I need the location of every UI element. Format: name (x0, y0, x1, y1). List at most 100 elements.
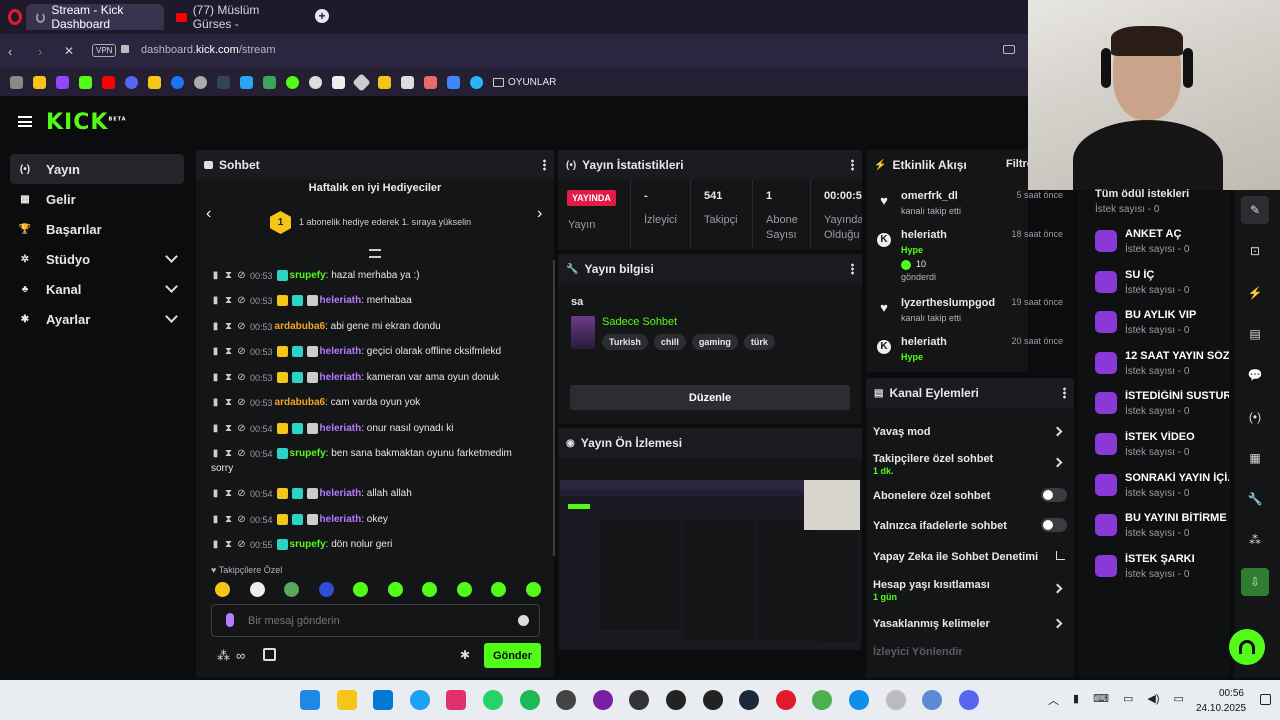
support-chat-button[interactable] (1229, 629, 1265, 665)
layout-icon[interactable]: ▦ (1241, 444, 1269, 472)
clock-date[interactable]: 24.10.2025 (1196, 703, 1246, 714)
chat-username[interactable]: srupefy (290, 539, 326, 550)
bookmark-icon[interactable] (378, 75, 391, 89)
delete-icon[interactable]: ▮ (211, 449, 220, 459)
timeout-icon[interactable]: ⧗ (224, 271, 233, 281)
sidebar-item-5[interactable]: ✱ Ayarlar (10, 304, 184, 334)
infinity-icon[interactable]: ∞ (236, 648, 245, 664)
reward-item[interactable]: SONRAKİ YAYIN İÇİ.. İstek sayısı - 0 (1095, 472, 1229, 506)
opera-logo-icon[interactable] (8, 9, 22, 25)
lightning-icon[interactable]: ⚡ (1241, 279, 1269, 307)
spotify-icon[interactable] (519, 690, 540, 710)
activity-username[interactable]: omerfrk_dl (901, 190, 958, 202)
ban-icon[interactable]: ⊘ (237, 347, 246, 357)
chevron-down-icon[interactable] (165, 310, 178, 323)
back-icon[interactable]: ‹ (8, 44, 12, 59)
delete-icon[interactable]: ▮ (211, 271, 220, 281)
chat-username[interactable]: heleriath (320, 423, 362, 434)
volume-icon[interactable]: ◀) (1147, 692, 1159, 708)
activity-username[interactable]: heleriath (901, 229, 947, 241)
windows-start-icon[interactable] (300, 690, 320, 710)
kick-icon[interactable] (79, 75, 92, 89)
chevron-down-icon[interactable] (165, 250, 178, 263)
edge-icon[interactable] (849, 690, 869, 710)
clock-time[interactable]: 00:56 (1216, 688, 1244, 699)
notification-icon[interactable] (1260, 694, 1271, 705)
reward-item[interactable]: İSTEK VİDEO İstek sayısı - 0 (1095, 431, 1225, 465)
chat-username[interactable]: heleriath (320, 514, 362, 525)
bookmark-icon[interactable] (148, 75, 161, 89)
instagram-icon[interactable] (446, 690, 467, 710)
edit-stream-button[interactable]: Düzenle (570, 385, 850, 410)
gifters-next-icon[interactable]: › (537, 205, 542, 223)
ban-icon[interactable]: ⊘ (237, 540, 246, 550)
facebook-icon[interactable] (171, 75, 184, 89)
stream-category[interactable]: Sadece Sohbet (602, 316, 677, 328)
chat-pinned-icon[interactable] (369, 249, 381, 258)
reward-item[interactable]: ANKET AÇ İstek sayısı - 0 (1095, 228, 1225, 262)
delete-icon[interactable]: ▮ (211, 489, 220, 499)
reward-item[interactable]: İSTEK ŞARKI İstek sayısı - 0 (1095, 553, 1225, 587)
delete-icon[interactable]: ▮ (211, 373, 220, 383)
sidebar-item-1[interactable]: ▦ Gelir (10, 184, 184, 214)
bookmark-folder[interactable]: OYUNLAR (493, 77, 556, 88)
channel-actions-menu-icon[interactable] (1063, 387, 1066, 399)
whatsapp-icon[interactable] (483, 690, 503, 710)
timeout-icon[interactable]: ⧗ (224, 540, 233, 550)
channel-action-item[interactable]: Takipçilere özel sohbet 1 dk. (873, 453, 1067, 476)
chevron-up-icon[interactable]: ︿ (1048, 692, 1059, 708)
opera-icon[interactable] (775, 690, 796, 710)
chat-username[interactable]: heleriath (320, 295, 362, 306)
channel-action-item[interactable]: Hesap yaşı kısıtlaması 1 gün (873, 579, 1067, 602)
forward-icon[interactable]: › (38, 44, 42, 59)
tab-kick-dashboard[interactable]: Stream - Kick Dashboard (26, 3, 164, 31)
ban-icon[interactable]: ⊘ (237, 424, 246, 434)
delete-icon[interactable]: ▮ (211, 296, 220, 306)
community-icon[interactable]: ⁂ (217, 648, 230, 664)
delete-icon[interactable]: ▮ (211, 424, 220, 434)
bookmark-icon[interactable] (309, 75, 322, 89)
emote-icon[interactable] (387, 582, 403, 597)
chat-username[interactable]: srupefy (290, 270, 326, 281)
twitch-icon[interactable] (56, 75, 69, 89)
emote-icon[interactable] (422, 582, 437, 597)
chat-username[interactable]: heleriath (320, 372, 362, 383)
pencil-icon[interactable]: ✎ (1241, 196, 1269, 224)
ban-icon[interactable]: ⊘ (237, 449, 246, 459)
keyboard-icon[interactable]: ⌨ (1093, 692, 1109, 708)
stats-menu-icon[interactable] (851, 159, 854, 171)
timeout-icon[interactable]: ⧗ (224, 322, 233, 332)
wrench-icon[interactable]: 🔧 (1241, 485, 1269, 513)
emote-icon[interactable] (249, 582, 265, 597)
emote-icon[interactable] (318, 582, 334, 597)
emote-icon[interactable] (456, 582, 472, 597)
ban-icon[interactable]: ⊘ (237, 515, 246, 525)
outlook-icon[interactable] (373, 690, 394, 710)
chat-bubble-icon[interactable]: 💬 (1241, 361, 1269, 389)
chat-username[interactable]: heleriath (320, 346, 362, 357)
channel-action-item[interactable]: Abonelere özel sohbet (873, 488, 1067, 512)
stream-tag[interactable]: chill (653, 334, 686, 350)
emote-icon[interactable] (284, 582, 299, 597)
filter-button[interactable]: Filtre (1006, 158, 1028, 170)
discord-icon[interactable] (958, 690, 979, 710)
emote-icon[interactable] (353, 582, 368, 597)
stream-tag[interactable]: türk (743, 334, 775, 350)
bookmark-icon[interactable] (286, 75, 299, 89)
discord-icon[interactable] (125, 75, 138, 89)
epic-games-icon[interactable] (702, 690, 723, 710)
new-tab-button[interactable]: + (315, 9, 329, 23)
delete-icon[interactable]: ▮ (211, 322, 220, 332)
sidebar-item-0[interactable]: (•) Yayın (10, 154, 184, 184)
network-icon[interactable]: ▭ (1123, 692, 1133, 708)
chat-username[interactable]: ardabuba6 (275, 397, 326, 408)
ban-icon[interactable]: ⊘ (237, 296, 246, 306)
channel-action-item[interactable]: Yasaklanmış kelimeler (873, 618, 1067, 640)
bookmark-icon[interactable] (424, 75, 437, 89)
delete-icon[interactable]: ▮ (211, 515, 220, 525)
chat-input-box[interactable] (211, 604, 540, 637)
microphone-icon[interactable] (226, 613, 234, 627)
timeout-icon[interactable]: ⧗ (224, 424, 233, 434)
ban-icon[interactable]: ⊘ (237, 373, 246, 383)
reward-item[interactable]: BU AYLIK VIP İstek sayısı - 0 (1095, 309, 1225, 343)
